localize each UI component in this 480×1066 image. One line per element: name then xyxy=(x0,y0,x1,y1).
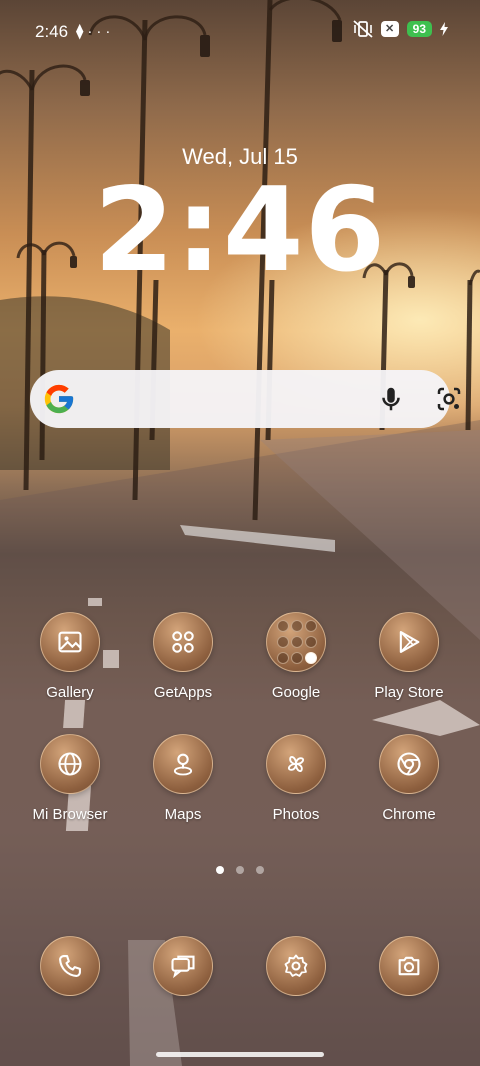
more-dots-icon: ··· xyxy=(87,23,115,40)
app-label: Google xyxy=(271,684,321,701)
app-label: Chrome xyxy=(382,806,436,823)
app-getapps[interactable]: GetApps xyxy=(128,612,238,701)
camera-icon[interactable] xyxy=(379,936,439,996)
mute-vibrate-icon xyxy=(353,20,373,38)
play-store-icon[interactable] xyxy=(379,612,439,672)
google-search-bar[interactable] xyxy=(30,370,461,428)
status-time: 2:46 xyxy=(35,22,69,41)
messages-icon[interactable] xyxy=(153,936,213,996)
maps-pin-icon[interactable] xyxy=(153,734,213,794)
clock-widget[interactable]: 2:46 xyxy=(0,170,480,292)
getapps-icon[interactable] xyxy=(153,612,213,672)
gesture-home-bar[interactable] xyxy=(156,1052,324,1057)
app-gallery[interactable]: Gallery xyxy=(15,612,125,701)
gallery-icon[interactable] xyxy=(40,612,100,672)
settings-gear-icon[interactable] xyxy=(266,936,326,996)
app-label: Gallery xyxy=(46,684,94,701)
app-play-store[interactable]: Play Store xyxy=(354,612,464,701)
app-photos[interactable]: Photos xyxy=(241,734,351,823)
page-dot xyxy=(216,866,224,874)
app-maps[interactable]: Maps xyxy=(128,734,238,823)
app-label: Play Store xyxy=(374,684,444,701)
phone-icon[interactable] xyxy=(40,936,100,996)
pinwheel-icon[interactable] xyxy=(266,734,326,794)
folder-icon[interactable] xyxy=(266,612,326,672)
google-logo-icon xyxy=(44,384,74,414)
charging-icon xyxy=(440,22,448,36)
page-indicator xyxy=(0,866,480,874)
status-left-icons: ⧫··· xyxy=(76,22,114,40)
app-label: Maps xyxy=(164,806,202,823)
x-icon: ✕ xyxy=(380,21,399,37)
microphone-icon[interactable] xyxy=(376,384,406,414)
navigation-icon: ⧫ xyxy=(76,23,88,40)
app-label: Mi Browser xyxy=(32,806,108,823)
dock-messages[interactable] xyxy=(128,936,238,996)
google-lens-icon[interactable] xyxy=(434,384,464,414)
status-bar: 2:46 ⧫··· ✕ 93 xyxy=(0,0,480,62)
page-dot xyxy=(236,866,244,874)
app-label: GetApps xyxy=(153,684,213,701)
dock-camera[interactable] xyxy=(354,936,464,996)
chrome-icon[interactable] xyxy=(379,734,439,794)
status-right-icons: ✕ 93 xyxy=(353,20,448,38)
app-label: Photos xyxy=(272,806,320,823)
dock-settings[interactable] xyxy=(241,936,351,996)
app-mi-browser[interactable]: Mi Browser xyxy=(15,734,125,823)
globe-icon[interactable] xyxy=(40,734,100,794)
app-google-folder[interactable]: Google xyxy=(241,612,351,701)
battery-indicator: 93 xyxy=(406,21,432,37)
dock-phone[interactable] xyxy=(15,936,125,996)
app-chrome[interactable]: Chrome xyxy=(354,734,464,823)
page-dot xyxy=(256,866,264,874)
